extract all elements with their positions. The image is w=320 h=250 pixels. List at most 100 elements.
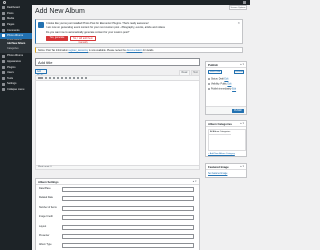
main-content: Add New Album Screen Options It looks li… bbox=[35, 5, 247, 250]
italic-icon[interactable] bbox=[48, 76, 51, 80]
submenu-item-categories[interactable]: Categories bbox=[0, 47, 32, 52]
toggle-arrows-icon[interactable]: ▲▼ bbox=[240, 62, 245, 68]
align-left-icon[interactable] bbox=[64, 76, 67, 80]
sidebar-item-photo-albums[interactable]: Photo Albums bbox=[0, 32, 32, 39]
album-type-field[interactable] bbox=[62, 243, 194, 249]
field-label: Album Type bbox=[39, 243, 52, 247]
plug-icon bbox=[2, 65, 5, 69]
content-editor: Word count: 0 bbox=[35, 75, 200, 170]
generate-content-button[interactable]: Yes, generate content bbox=[46, 36, 68, 44]
page-icon bbox=[2, 23, 5, 27]
publish-box: Publish ▲▼ Save Draft Preview Status: Dra… bbox=[205, 61, 247, 115]
save-draft-button[interactable]: Save Draft bbox=[208, 70, 222, 74]
status-line: Status: Draft Edit bbox=[208, 78, 228, 81]
close-icon[interactable]: ✕ bbox=[237, 21, 240, 26]
blockquote-icon[interactable] bbox=[60, 76, 63, 80]
taxonomy-link[interactable]: register_taxonomy bbox=[69, 49, 89, 52]
publish-button[interactable]: Publish bbox=[232, 108, 244, 114]
settings-row: Album Type bbox=[36, 241, 199, 250]
presenter-field[interactable] bbox=[62, 233, 194, 239]
date-place-field[interactable] bbox=[62, 187, 194, 192]
featured-image-header[interactable]: Featured Image ▲▼ bbox=[206, 164, 246, 170]
set-featured-image-link[interactable]: Set featured image bbox=[208, 173, 227, 176]
taxonomy-notice: Notice: Post Tax Information register_ta… bbox=[35, 47, 243, 53]
settings-row: Related Date bbox=[36, 194, 199, 203]
toggle-arrows-icon[interactable]: ▲▼ bbox=[240, 164, 245, 170]
settings-row: Image Credit bbox=[36, 213, 199, 222]
settings-row: Number of Items bbox=[36, 204, 199, 213]
wrench-icon bbox=[2, 76, 5, 80]
wordpress-logo-icon[interactable] bbox=[3, 1, 6, 4]
publish-header[interactable]: Publish ▲▼ bbox=[206, 62, 246, 68]
number-of-items-field[interactable] bbox=[62, 205, 194, 211]
tab-all-categories[interactable]: All Album Categories bbox=[209, 130, 232, 135]
field-label: Date/Place bbox=[39, 187, 51, 190]
categories-header[interactable]: Album Categories ▲▼ bbox=[206, 121, 246, 127]
user-icon bbox=[2, 71, 5, 75]
screen-options-button[interactable]: Screen Options bbox=[229, 5, 247, 10]
image-icon bbox=[2, 54, 5, 58]
align-center-icon[interactable] bbox=[68, 76, 71, 80]
read-more-icon[interactable] bbox=[80, 76, 83, 80]
album-categories-box: Album Categories ▲▼ All Album Categories … bbox=[205, 120, 247, 157]
settings-row: Presenter bbox=[36, 232, 199, 241]
settings-row: Date/Place bbox=[36, 185, 199, 194]
camera-icon bbox=[2, 34, 5, 38]
edit-schedule-link[interactable]: Edit bbox=[232, 89, 236, 91]
taxonomy-notice-text: Notice: Post Tax Information register_ta… bbox=[38, 48, 154, 52]
field-label: Related Date bbox=[39, 196, 53, 200]
link-icon[interactable] bbox=[76, 76, 79, 80]
comment-icon bbox=[2, 28, 5, 32]
field-label: Presenter bbox=[39, 233, 50, 237]
visibility-line: Visibility: Public Edit bbox=[208, 83, 231, 86]
avatar[interactable] bbox=[243, 1, 246, 4]
preview-button[interactable]: Preview bbox=[234, 70, 244, 74]
calendar-icon bbox=[208, 88, 210, 90]
publish-actions: Publish bbox=[206, 106, 246, 114]
related-date-field[interactable] bbox=[62, 196, 194, 202]
categories-checklist: All Album Categories bbox=[208, 129, 246, 151]
add-category-link[interactable]: + Add New Album Category bbox=[208, 153, 235, 156]
key-icon bbox=[208, 78, 210, 80]
add-media-button[interactable]: Add Media bbox=[35, 69, 47, 77]
pin-icon bbox=[2, 11, 5, 15]
settings-row: Layout bbox=[36, 223, 199, 232]
toggle-arrows-icon[interactable]: ▲▼ bbox=[240, 121, 245, 127]
title-input[interactable]: Add title bbox=[35, 58, 200, 66]
field-label: Number of Items bbox=[39, 205, 57, 209]
brush-icon bbox=[2, 60, 5, 64]
settings-icon bbox=[2, 82, 5, 86]
admin-bar bbox=[0, 0, 250, 5]
plugin-notice-line-3: Do you want me to automatically generate… bbox=[46, 30, 130, 34]
sidebar-submenu: Photo Albums Add New Album Categories bbox=[0, 38, 32, 54]
plugin-notice-line-2: I am now on generating event content for… bbox=[46, 25, 165, 29]
eye-icon bbox=[208, 83, 210, 85]
dashboard-icon bbox=[2, 6, 5, 10]
editor-status-bar: Word count: 0 bbox=[36, 165, 199, 169]
admin-sidebar: Dashboard Posts Media Pages Comments Pho… bbox=[0, 5, 32, 250]
media-icon bbox=[2, 17, 5, 21]
bold-icon[interactable] bbox=[44, 76, 47, 80]
align-right-icon[interactable] bbox=[72, 76, 75, 80]
featured-image-box: Featured Image ▲▼ Set featured image bbox=[205, 163, 247, 178]
sidebar-collapse[interactable]: Collapse menu bbox=[0, 87, 32, 93]
toolbar-toggle-icon[interactable] bbox=[84, 76, 87, 80]
paragraph-select[interactable] bbox=[38, 77, 43, 79]
edit-status-link[interactable]: Edit bbox=[224, 79, 228, 81]
field-label: Image Credit bbox=[39, 215, 53, 219]
collapse-arrow-icon bbox=[2, 88, 5, 92]
field-label: Layout bbox=[39, 224, 47, 228]
documentation-link[interactable]: documentation bbox=[127, 49, 143, 52]
edit-visibility-link[interactable]: Edit bbox=[227, 84, 231, 86]
numbered-list-icon[interactable] bbox=[56, 76, 59, 80]
image-credit-field[interactable] bbox=[62, 215, 194, 221]
layout-field[interactable] bbox=[62, 224, 194, 230]
bullet-list-icon[interactable] bbox=[52, 76, 55, 80]
page-title: Add New Album bbox=[35, 8, 85, 15]
editor-text-area[interactable] bbox=[36, 81, 199, 165]
plugin-notice: It looks like you've just installed Phot… bbox=[35, 19, 243, 44]
schedule-line: Publish immediately Edit bbox=[208, 88, 236, 91]
plugin-logo-icon bbox=[38, 22, 44, 28]
dismiss-notice-button[interactable]: No, I will add them manually bbox=[70, 36, 96, 44]
album-settings-box: Album Settings ▲▼ Date/Place Related Date… bbox=[35, 178, 200, 250]
